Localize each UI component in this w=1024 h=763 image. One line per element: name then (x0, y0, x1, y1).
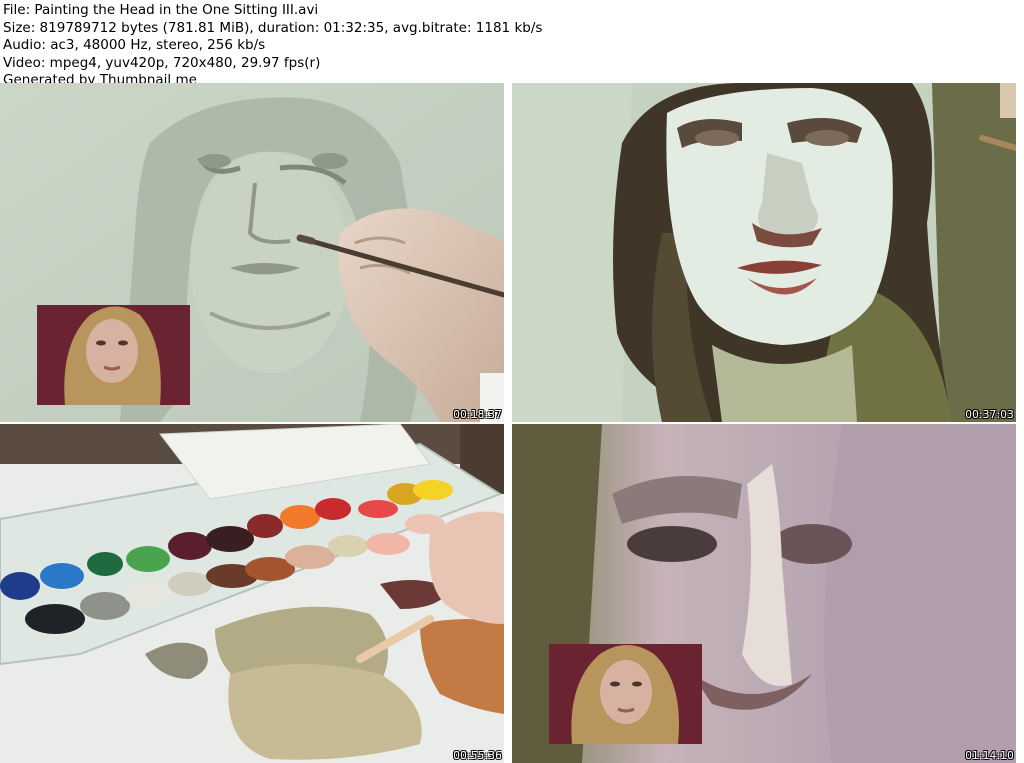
timestamp-label: 00:18:37 (453, 409, 502, 421)
timestamp-label: 01:14:10 (965, 750, 1014, 762)
thumbnail-1[interactable]: 00:18:37 (0, 83, 504, 422)
file-size-line: Size: 819789712 bytes (781.81 MiB), dura… (3, 19, 543, 36)
closeup-frame (512, 424, 1016, 763)
reference-photo (37, 305, 190, 405)
thumbnail-4[interactable]: 01:14:10 (512, 424, 1016, 763)
palette-frame (0, 424, 504, 763)
file-name-line: File: Painting the Head in the One Sitti… (3, 2, 319, 18)
thumbnail-2[interactable]: 00:37:03 (512, 83, 1016, 422)
timestamp-label: 00:55:36 (453, 750, 502, 762)
timestamp-label: 00:37:03 (965, 409, 1014, 421)
file-info-header: File: Painting the Head in the One Sitti… (0, 0, 1024, 88)
audio-info-line: Audio: ac3, 48000 Hz, stereo, 256 kb/s (3, 37, 266, 53)
video-info-line: Video: mpeg4, yuv420p, 720x480, 29.97 fp… (3, 54, 321, 71)
reference-photo (549, 644, 702, 744)
blocked-in-frame (512, 83, 1016, 422)
thumbnail-3[interactable]: 00:55:36 (0, 424, 504, 763)
underdrawing-frame (0, 83, 504, 422)
